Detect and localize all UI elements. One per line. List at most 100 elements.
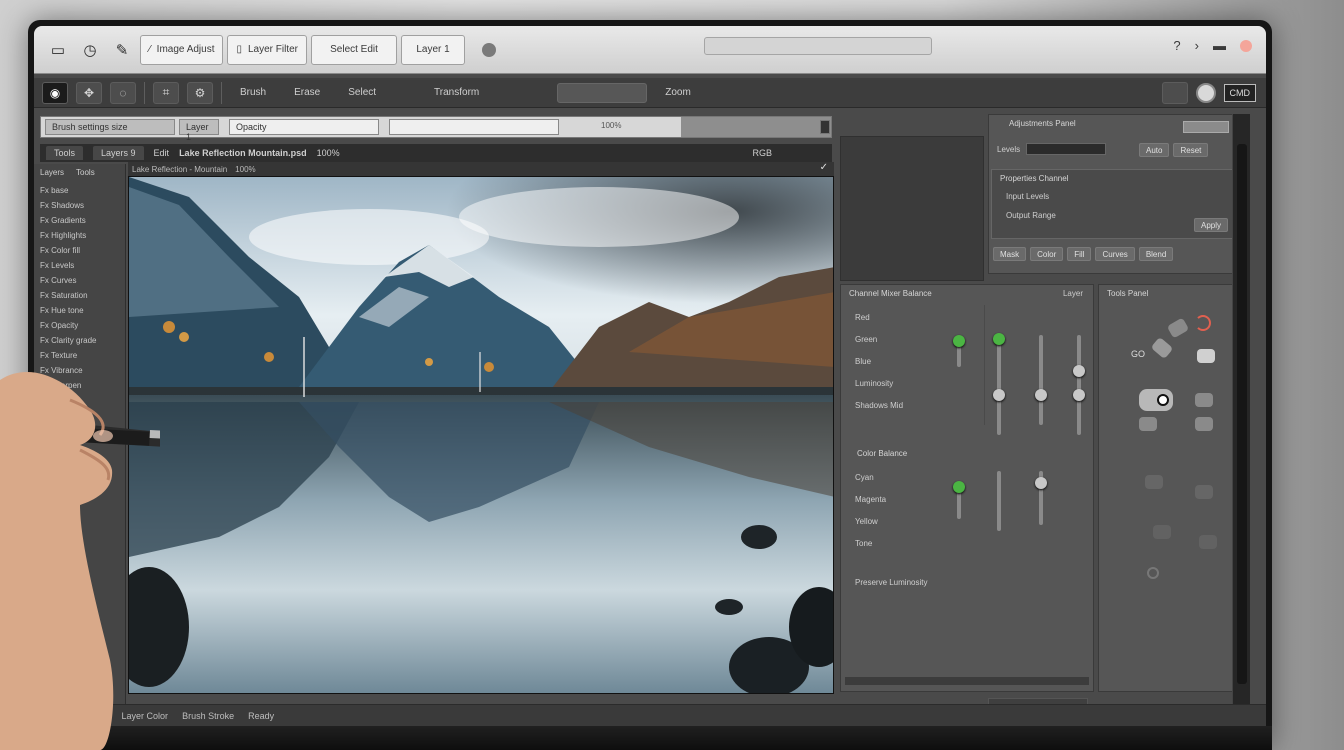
tab-color[interactable]: Color (1030, 247, 1064, 261)
help-icon[interactable]: ? (1173, 38, 1180, 53)
paint-bucket-icon[interactable] (1166, 317, 1190, 339)
list-item[interactable]: Fx Texture (40, 348, 119, 363)
slider-knob[interactable] (953, 335, 965, 347)
levels-field[interactable] (1026, 143, 1107, 155)
list-item[interactable]: Fx Saturation (40, 288, 119, 303)
tab-fill[interactable]: Fill (1067, 247, 1092, 261)
brush-size-field[interactable]: Brush settings size (45, 119, 175, 135)
toolbar-group-3-label: Select Edit (330, 44, 378, 55)
list-item[interactable]: Fx Hue tone (40, 303, 119, 318)
tab-layers[interactable]: Layers 9 (93, 146, 144, 160)
sponge-icon[interactable] (1195, 417, 1213, 431)
list-item[interactable]: Fx Color fill (40, 243, 119, 258)
next-icon[interactable]: › (1195, 38, 1199, 53)
crop-tool-icon[interactable]: ⌗ (153, 81, 179, 104)
clock-icon[interactable]: ◷ (76, 36, 104, 64)
input-levels-label: Input Levels (1006, 192, 1050, 201)
eye-tool-icon[interactable]: ◉ (42, 81, 68, 104)
image-canvas[interactable] (128, 176, 834, 694)
mode-badge[interactable]: CMD (1223, 84, 1256, 102)
toolbar-group-4[interactable]: Layer 1 (401, 34, 466, 65)
slider-luminosity[interactable] (1073, 335, 1085, 435)
list-item[interactable]: Fx Levels (40, 258, 119, 273)
slider-knob[interactable] (1073, 389, 1085, 401)
toolbar-group-1[interactable]: ⁄ Image Adjust (140, 34, 224, 65)
tool-label-erase[interactable]: Erase (284, 87, 330, 98)
lasso-tool-icon[interactable]: ◌ (110, 81, 136, 104)
tab-tools[interactable]: Tools (46, 146, 84, 160)
pen-tool-icon[interactable] (1199, 535, 1217, 549)
apply-button[interactable]: Apply (1193, 218, 1228, 232)
tab-blend[interactable]: Blend (1138, 247, 1174, 261)
slider-knob[interactable] (1035, 477, 1047, 489)
tab-edit[interactable]: Edit (154, 148, 170, 158)
opacity-field[interactable]: Opacity (229, 119, 379, 135)
slider-knob[interactable] (993, 333, 1005, 345)
color-swatch[interactable] (1195, 83, 1216, 103)
adjustments-toggle[interactable] (1183, 121, 1229, 133)
move-tool-icon[interactable]: ✥ (76, 81, 102, 104)
blend-field[interactable] (389, 119, 559, 135)
toolbar-group-3[interactable]: Select Edit (311, 34, 398, 65)
slider-knob[interactable] (1035, 389, 1047, 401)
vertical-scrollbar[interactable] (1232, 114, 1250, 714)
history-icon[interactable] (1195, 315, 1211, 331)
options-scroll-button[interactable] (820, 120, 830, 134)
reset-button[interactable]: Reset (1173, 143, 1209, 157)
tab-zoom[interactable]: 100% (317, 148, 340, 158)
heal-icon[interactable] (1153, 525, 1171, 539)
toolbar-group-2[interactable]: ▯ Layer Filter (227, 34, 308, 65)
rotate-icon[interactable] (1147, 567, 1159, 579)
eyedropper-icon[interactable] (1150, 336, 1174, 360)
minimize-icon[interactable]: ▬ (1213, 38, 1226, 53)
left-panel-head-layers[interactable]: Layers (40, 168, 64, 177)
patch-icon[interactable] (1195, 485, 1213, 499)
list-item[interactable]: Fx Curves (40, 273, 119, 288)
list-item[interactable]: Fx Highlights (40, 228, 119, 243)
status-bar: Doc 42.1M Layer Color Brush Stroke Ready (34, 704, 1266, 726)
dodge-icon[interactable] (1195, 393, 1213, 407)
slider-cyan[interactable] (953, 481, 965, 519)
slider-blue[interactable] (1035, 335, 1047, 425)
slider-magenta[interactable] (997, 471, 1001, 531)
brush-icon: ⁄ (149, 44, 151, 55)
smudge-icon[interactable] (1197, 349, 1215, 363)
slider-red[interactable] (953, 335, 965, 367)
options-bar: Brush settings size Layer 1 Opacity 100% (40, 116, 832, 142)
stamp-icon[interactable] (1145, 475, 1163, 489)
list-item[interactable]: Fx Clarity grade (40, 333, 119, 348)
preserve-luminosity-label[interactable]: Preserve Luminosity (841, 573, 941, 592)
blur-icon[interactable] (1139, 417, 1157, 431)
list-item[interactable]: Fx Shadows (40, 198, 119, 213)
eraser-tool-icon[interactable] (1139, 389, 1173, 411)
panel-toggle-icon[interactable] (1161, 82, 1188, 104)
slider-knob[interactable] (993, 389, 1005, 401)
slider-yellow[interactable] (1035, 471, 1047, 525)
search-field[interactable] (704, 37, 932, 55)
zoom-control[interactable] (557, 82, 648, 103)
list-item[interactable]: Fx base (40, 183, 119, 198)
slider-green[interactable] (993, 333, 1005, 435)
tab-document[interactable]: Lake Reflection Mountain.psd (179, 148, 307, 158)
tool-label-select[interactable]: Select (338, 87, 386, 98)
tab-mask[interactable]: Mask (993, 247, 1027, 261)
file-icon[interactable]: ▭ (44, 36, 72, 64)
layer-field[interactable]: Layer 1 (179, 119, 219, 142)
close-icon[interactable] (1240, 40, 1252, 52)
list-item[interactable]: Fx Sharpen (40, 378, 119, 393)
slider-knob[interactable] (1073, 365, 1085, 377)
gear-icon[interactable]: ⚙ (187, 81, 213, 104)
list-item[interactable]: Fx Gradients (40, 213, 119, 228)
tool-label-transform[interactable]: Transform (424, 87, 489, 98)
list-item[interactable]: Fx Vibrance (40, 363, 119, 378)
scroll-thumb[interactable] (1237, 144, 1247, 684)
tool-label-brush[interactable]: Brush (230, 87, 276, 98)
tab-curves[interactable]: Curves (1095, 247, 1135, 261)
check-icon[interactable]: ✓ (820, 162, 828, 173)
left-panel-head-tools[interactable]: Tools (76, 168, 95, 177)
pen-icon[interactable]: ✎ (108, 36, 136, 64)
slider-knob[interactable] (953, 481, 965, 493)
list-item[interactable]: Fx Opacity (40, 318, 119, 333)
record-icon[interactable] (475, 36, 503, 64)
auto-button[interactable]: Auto (1139, 143, 1170, 157)
